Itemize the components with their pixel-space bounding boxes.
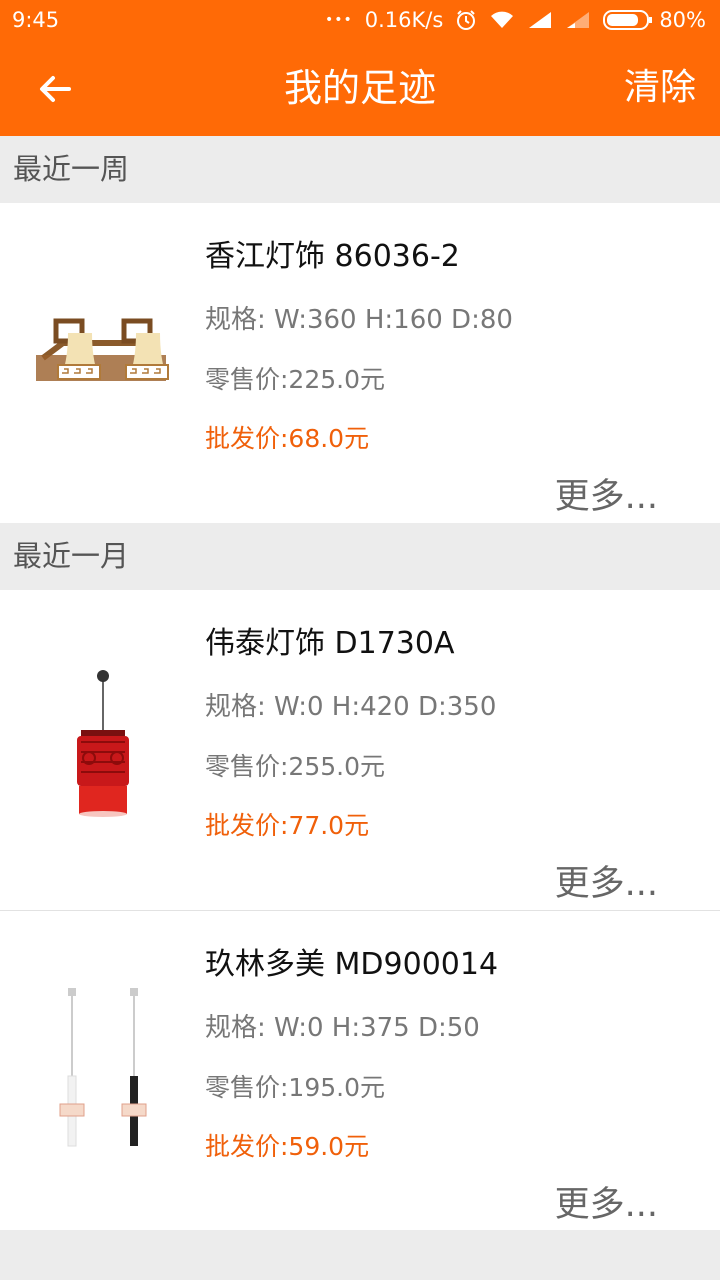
network-speed: 0.16K/s — [364, 8, 444, 32]
section-header-month: 最近一月 — [0, 523, 720, 590]
back-button[interactable] — [30, 64, 80, 114]
product-image-wall-lamp — [20, 263, 185, 463]
page-title: 我的足迹 — [283, 66, 436, 110]
product-name: 香江灯饰 86036-2 — [205, 239, 460, 274]
list-item[interactable]: 伟泰灯饰 D1730A 规格: W:0 H:420 D:350 零售价:255.… — [0, 590, 720, 910]
wholesale-price: 批发价:68.0元 — [205, 424, 370, 453]
more-link[interactable]: 更多... — [555, 468, 658, 519]
wholesale-price: 批发价:77.0元 — [205, 811, 370, 840]
app-bar: 我的足迹 清除 — [0, 40, 720, 136]
retail-price: 零售价:195.0元 — [205, 1073, 385, 1102]
arrow-left-icon — [40, 76, 71, 102]
battery-indicator: 80% — [603, 8, 706, 32]
list-item[interactable]: 玖林多美 MD900014 规格: W:0 H:375 D:50 零售价:195… — [0, 910, 720, 1230]
product-name: 伟泰灯饰 D1730A — [205, 626, 455, 661]
battery-percent: 80% — [659, 8, 706, 32]
signal-icon — [527, 10, 553, 30]
battery-icon — [603, 9, 653, 31]
alarm-icon — [455, 9, 477, 31]
list-item[interactable]: 香江灯饰 86036-2 规格: W:360 H:160 D:80 零售价:22… — [0, 203, 720, 523]
product-spec: 规格: W:0 H:420 D:350 — [205, 692, 497, 722]
retail-price: 零售价:225.0元 — [205, 365, 385, 394]
signal-weak-icon — [565, 10, 591, 30]
wifi-icon — [489, 10, 515, 30]
product-spec: 规格: W:0 H:375 D:50 — [205, 1013, 480, 1043]
clear-button[interactable]: 清除 — [624, 40, 696, 136]
more-link[interactable]: 更多... — [555, 855, 658, 906]
wholesale-price: 批发价:59.0元 — [205, 1132, 370, 1161]
product-image-pendant-lantern — [20, 650, 185, 850]
status-time: 9:45 — [12, 8, 60, 32]
retail-price: 零售价:255.0元 — [205, 752, 385, 781]
history-list: 最近一周 香江灯饰 86036-2 规格: W:360 H:160 D:80 零… — [0, 136, 720, 1230]
status-dots: ••• — [324, 12, 353, 28]
section-header-week: 最近一周 — [0, 136, 720, 203]
more-link[interactable]: 更多... — [555, 1176, 658, 1227]
status-icons: ••• 0.16K/s 80% — [325, 8, 706, 32]
status-bar: 9:45 ••• 0.16K/s 80% — [0, 0, 720, 40]
product-image-tube-pendants — [20, 971, 185, 1171]
product-spec: 规格: W:360 H:160 D:80 — [205, 305, 513, 335]
product-name: 玖林多美 MD900014 — [205, 947, 499, 982]
